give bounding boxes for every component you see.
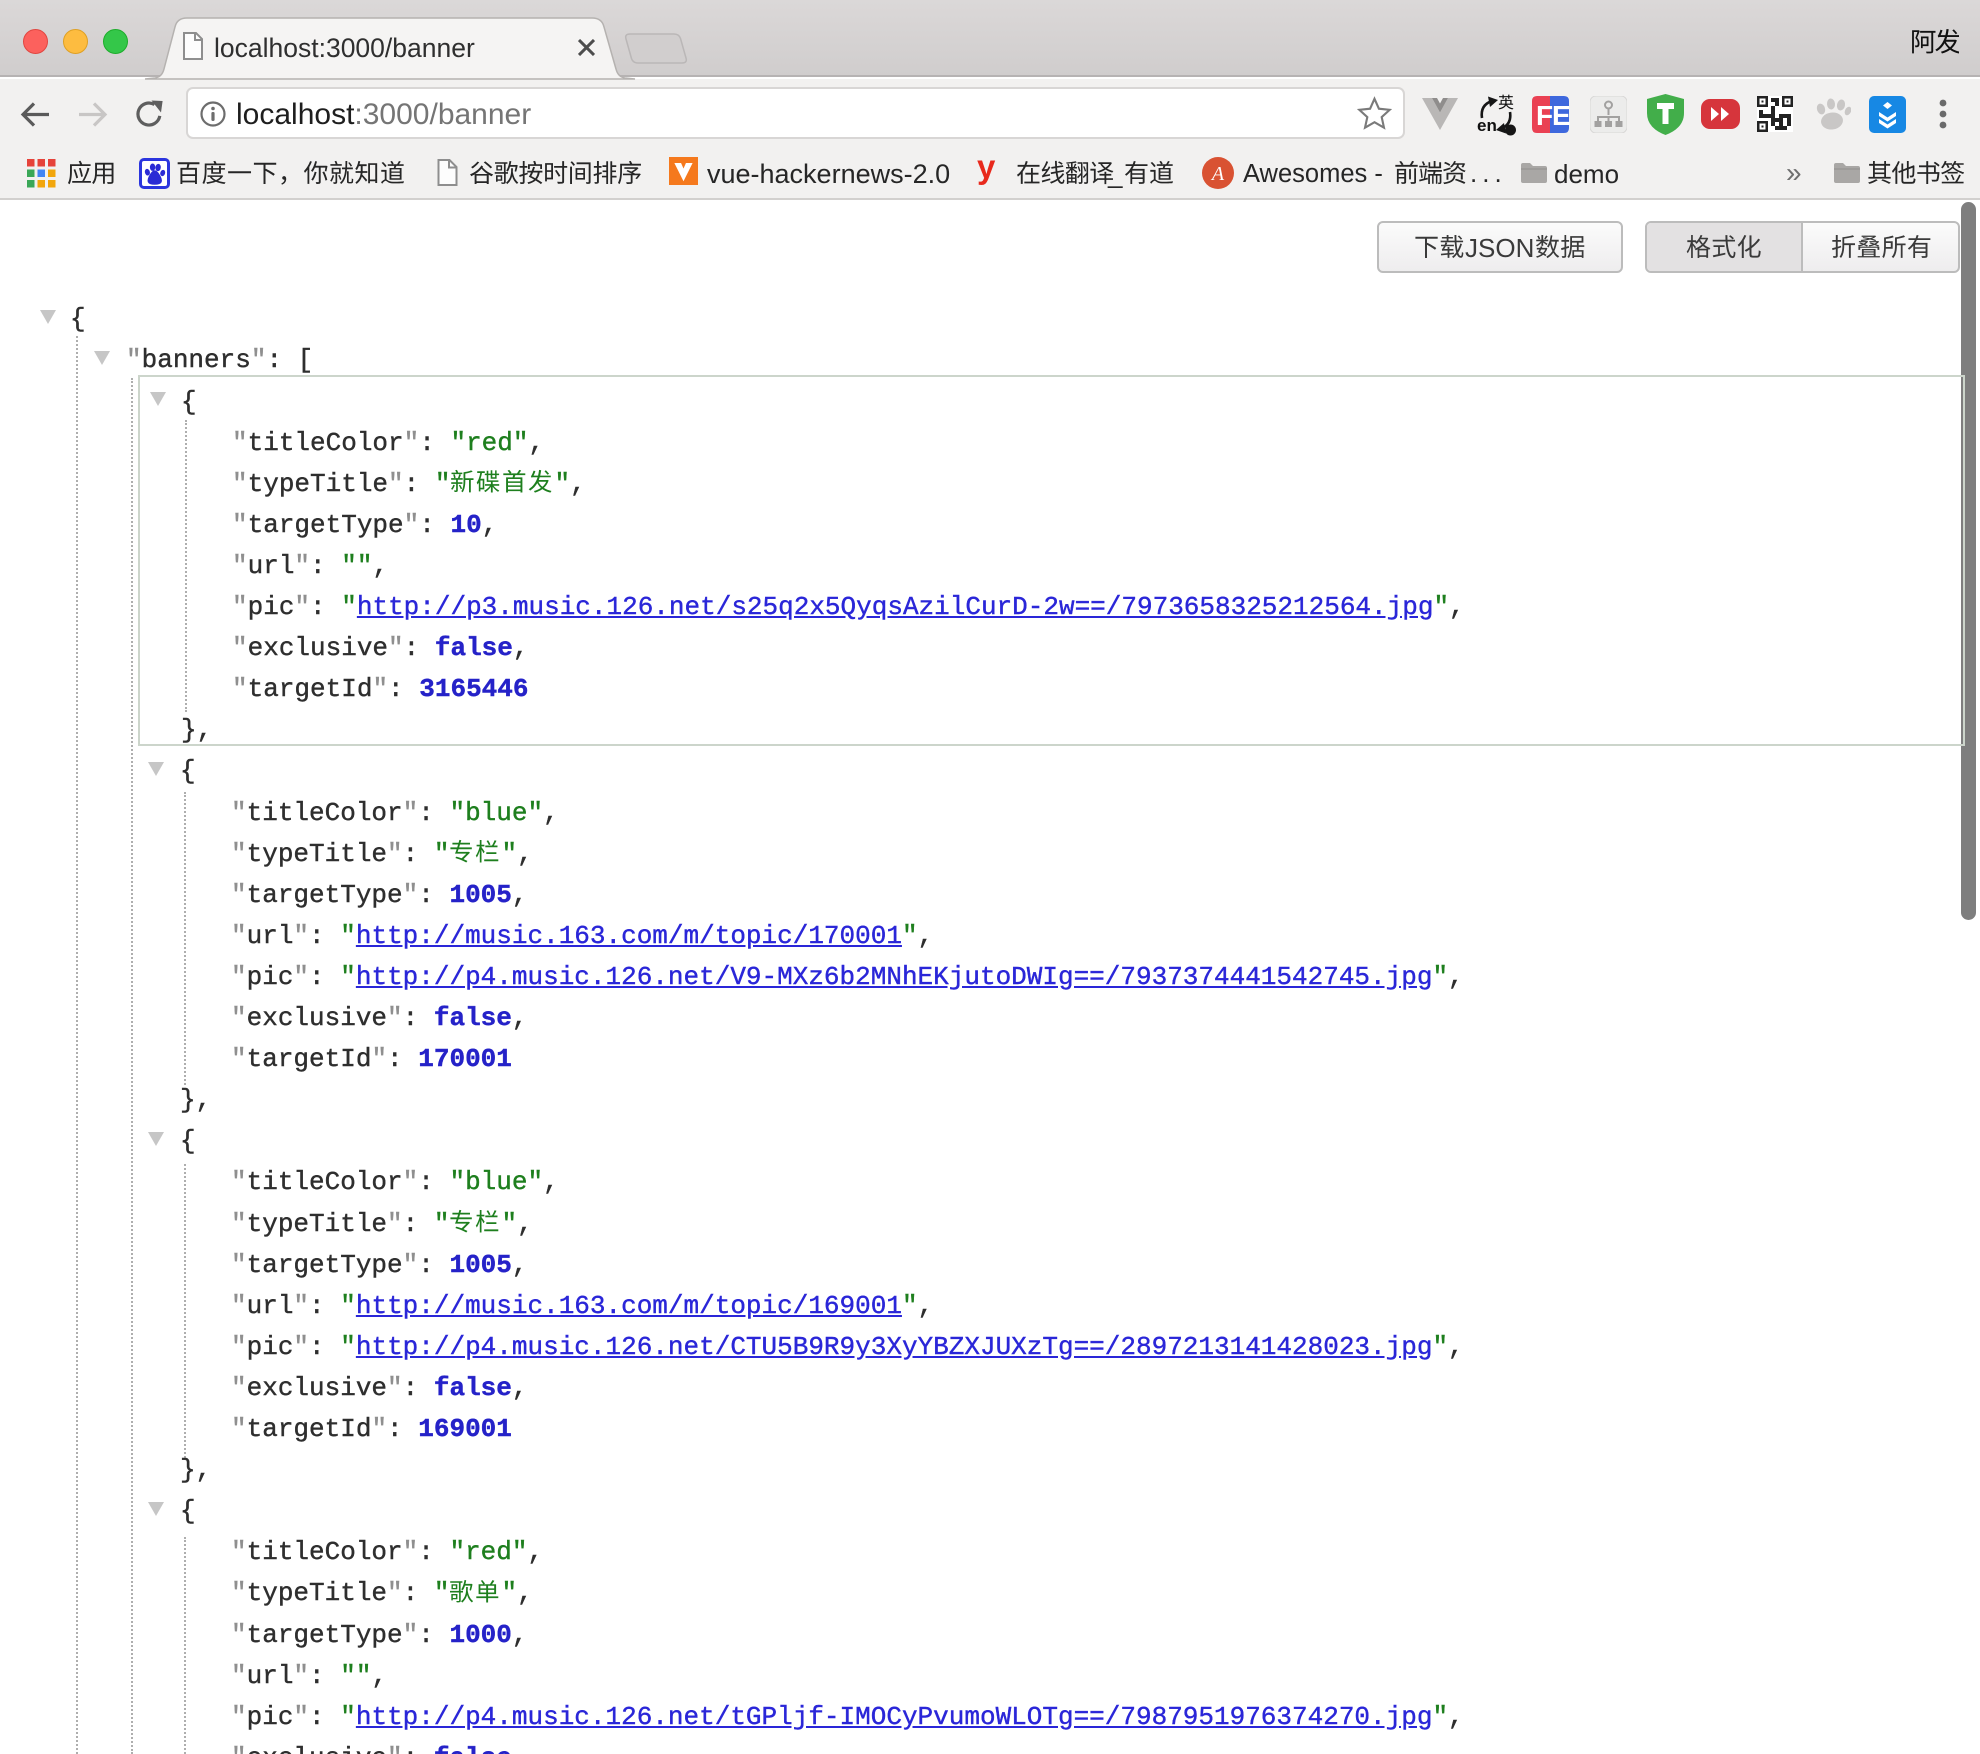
svg-text:A: A xyxy=(1210,163,1225,185)
